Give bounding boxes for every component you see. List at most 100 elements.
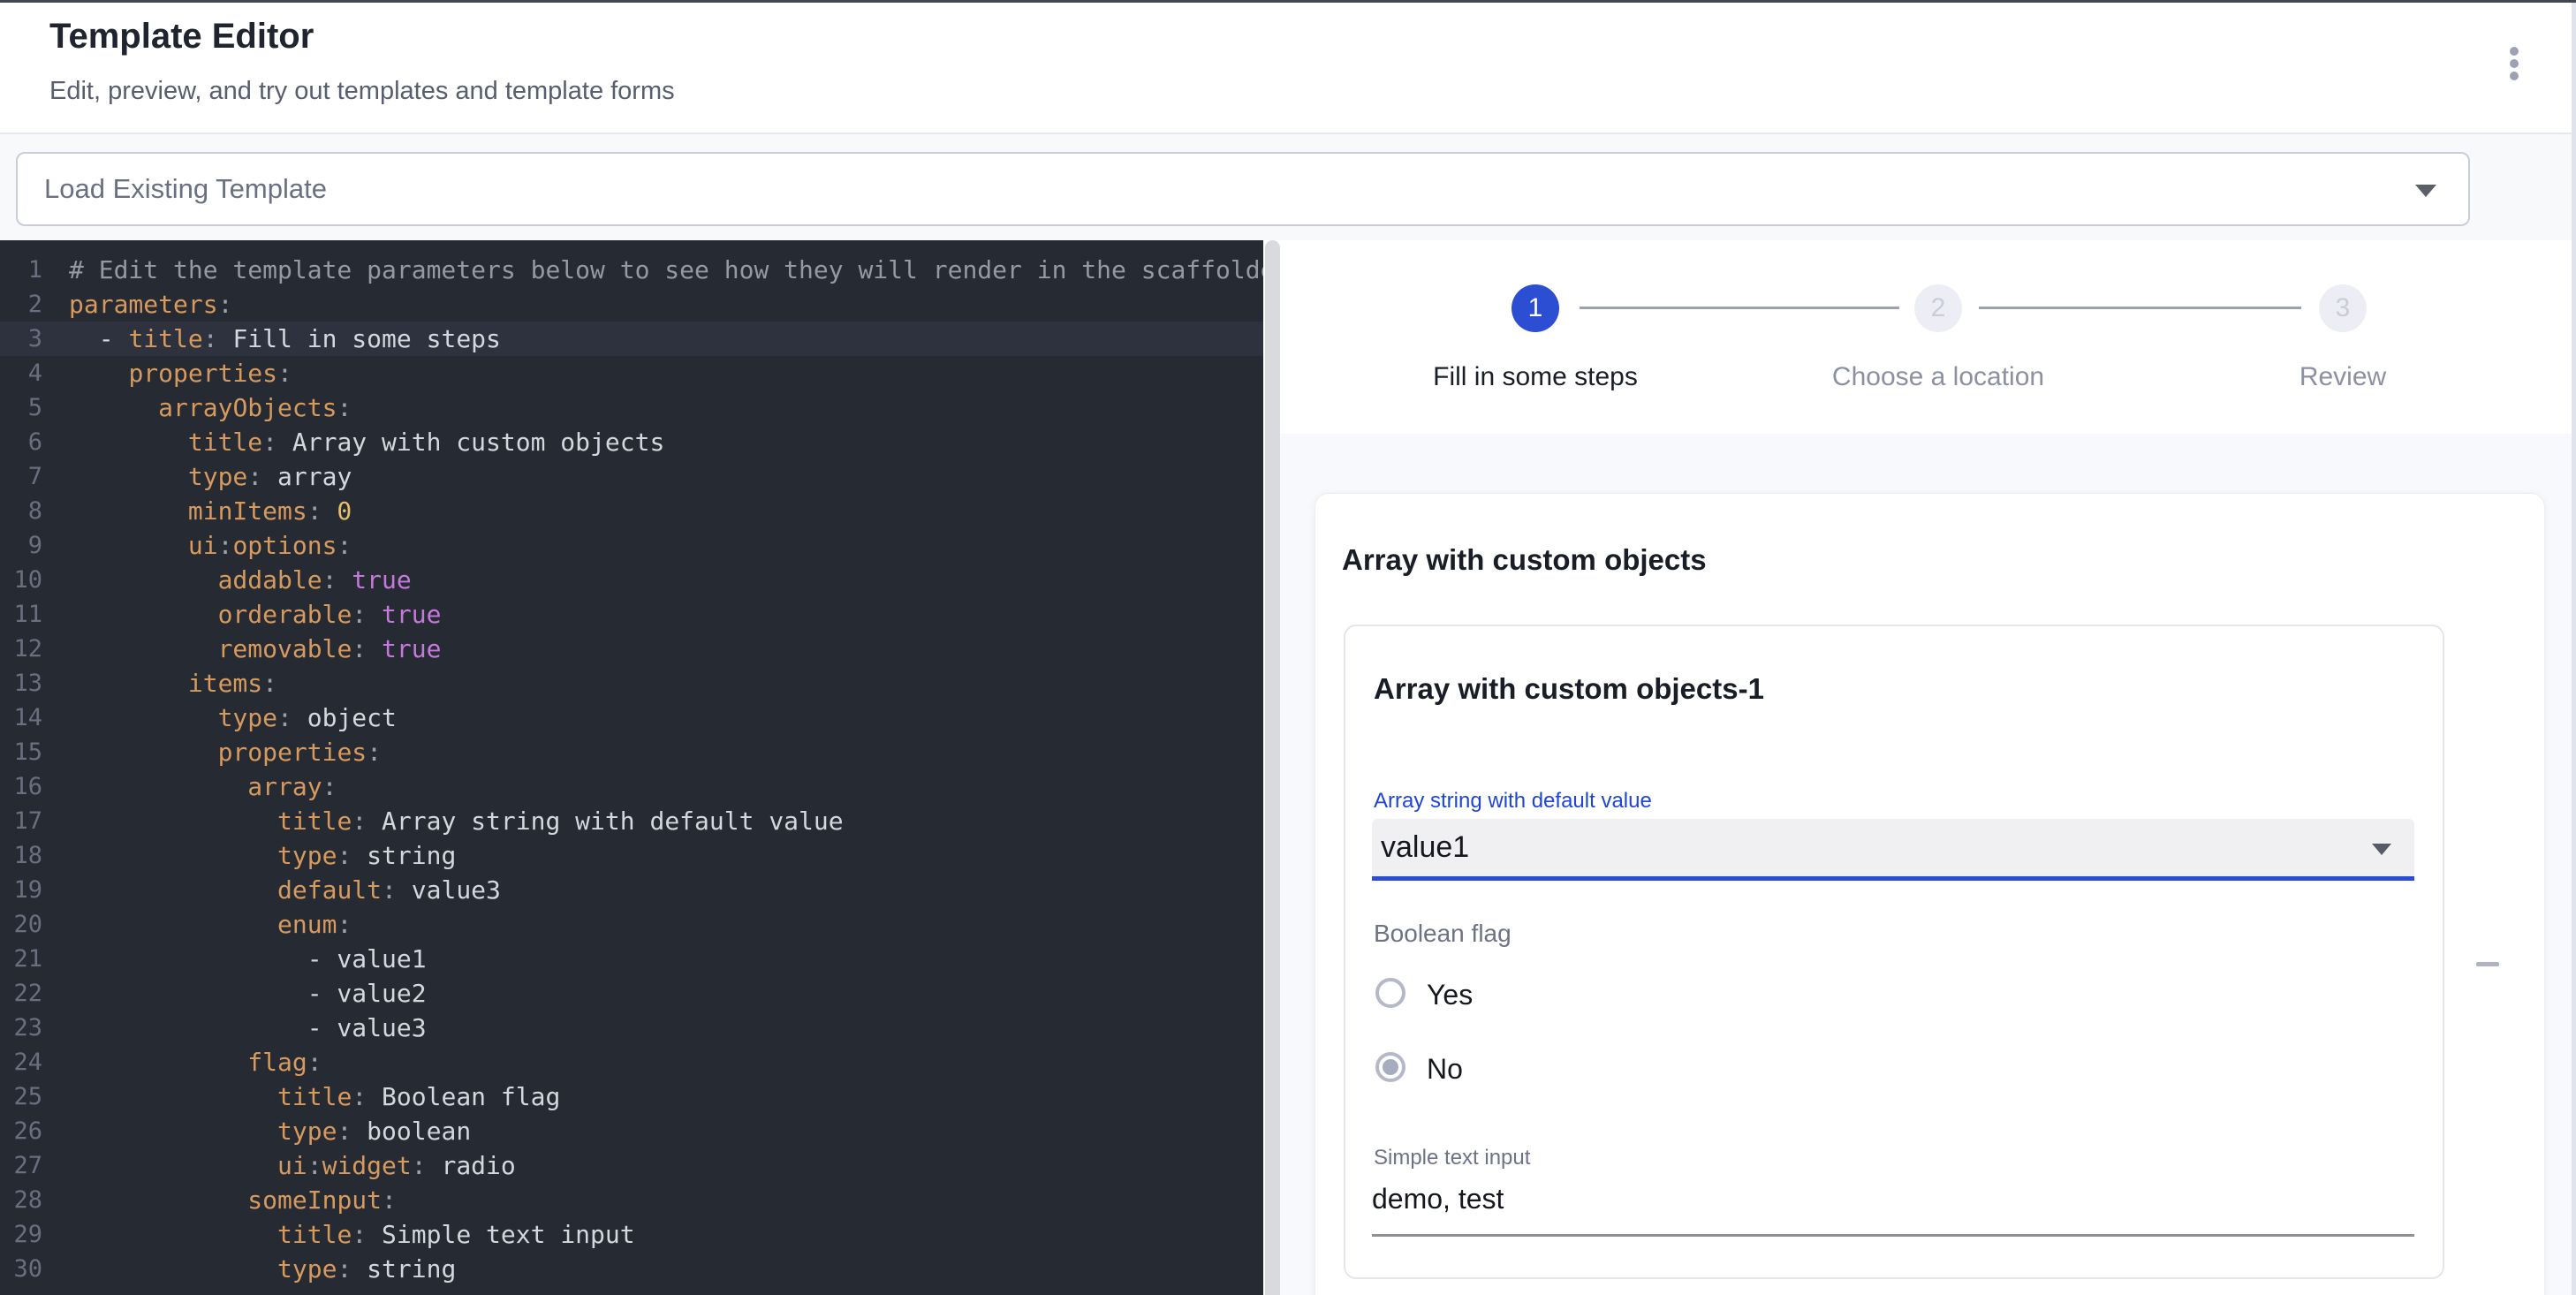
- line-number: 9: [0, 528, 57, 563]
- select-field-label: Array string with default value: [1374, 789, 1652, 814]
- code-line[interactable]: 13 items:: [0, 666, 1263, 701]
- line-number: 7: [0, 459, 57, 494]
- line-number: 3: [0, 322, 57, 356]
- line-number: 24: [0, 1045, 57, 1079]
- array-string-select[interactable]: value1: [1372, 819, 2414, 881]
- line-number: 2: [0, 287, 57, 322]
- load-template-toolbar: Load Existing Template: [0, 134, 2576, 240]
- load-template-select[interactable]: Load Existing Template: [16, 152, 2470, 226]
- step-number-badge: 1: [1512, 284, 1559, 332]
- line-number: 28: [0, 1183, 57, 1217]
- line-number: 23: [0, 1011, 57, 1045]
- code-line[interactable]: 17 title: Array string with default valu…: [0, 804, 1263, 838]
- line-number: 21: [0, 942, 57, 976]
- radio-icon: [1375, 978, 1405, 1008]
- line-number: 26: [0, 1114, 57, 1148]
- text-field-label: Simple text input: [1374, 1146, 1530, 1170]
- code-line[interactable]: 28 someInput:: [0, 1183, 1263, 1217]
- code-line[interactable]: 19 default: value3: [0, 873, 1263, 907]
- line-number: 10: [0, 563, 57, 597]
- array-item-title: Array with custom objects-1: [1374, 672, 1764, 706]
- line-number: 30: [0, 1252, 57, 1286]
- line-number: 27: [0, 1148, 57, 1183]
- code-line[interactable]: 5 arrayObjects:: [0, 390, 1263, 425]
- code-line[interactable]: 27 ui:widget: radio: [0, 1148, 1263, 1183]
- line-number: 12: [0, 632, 57, 666]
- remove-item-button[interactable]: [2466, 951, 2510, 978]
- template-editor-page: Template Editor Edit, preview, and try o…: [0, 0, 2576, 1295]
- code-line[interactable]: 26 type: boolean: [0, 1114, 1263, 1148]
- code-line[interactable]: 4 properties:: [0, 356, 1263, 390]
- line-number: 13: [0, 666, 57, 701]
- line-number: 19: [0, 873, 57, 907]
- page-header: Template Editor Edit, preview, and try o…: [0, 3, 2576, 134]
- line-number: 25: [0, 1079, 57, 1114]
- code-line[interactable]: 8 minItems: 0: [0, 494, 1263, 528]
- chevron-down-icon: [2415, 185, 2436, 197]
- step-choose-a-location[interactable]: 2 Choose a location: [1806, 284, 2071, 392]
- more-options-button[interactable]: [2489, 36, 2539, 100]
- code-line[interactable]: 16 array:: [0, 769, 1263, 804]
- code-line[interactable]: 22 - value2: [0, 976, 1263, 1011]
- select-focus-underline: [1372, 876, 2414, 881]
- step-label: Choose a location: [1806, 362, 2071, 392]
- stepper: 1 Fill in some steps 2 Choose a location…: [1280, 240, 2576, 434]
- code-line[interactable]: 1# Edit the template parameters below to…: [0, 253, 1263, 287]
- code-lines: 1# Edit the template parameters below to…: [0, 240, 1263, 1286]
- page-title: Template Editor: [49, 17, 314, 57]
- radio-icon: [1375, 1052, 1405, 1082]
- step-review[interactable]: 3 Review: [2210, 284, 2475, 392]
- kebab-menu-icon: [2510, 72, 2519, 80]
- line-number: 29: [0, 1217, 57, 1252]
- step-number-badge: 2: [1914, 284, 1962, 332]
- load-template-placeholder: Load Existing Template: [44, 154, 327, 224]
- line-number: 5: [0, 390, 57, 425]
- code-line[interactable]: 2parameters:: [0, 287, 1263, 322]
- line-number: 1: [0, 253, 57, 287]
- line-number: 14: [0, 701, 57, 735]
- line-number: 16: [0, 769, 57, 804]
- line-number: 11: [0, 597, 57, 632]
- line-number: 20: [0, 907, 57, 942]
- code-line[interactable]: 6 title: Array with custom objects: [0, 425, 1263, 459]
- editor-scrollbar-track: [1263, 240, 1280, 1295]
- code-line[interactable]: 20 enum:: [0, 907, 1263, 942]
- code-line[interactable]: 7 type: array: [0, 459, 1263, 494]
- line-number: 4: [0, 356, 57, 390]
- radio-label: Yes: [1427, 975, 1473, 1014]
- code-line[interactable]: 23 - value3: [0, 1011, 1263, 1045]
- code-line[interactable]: 9 ui:options:: [0, 528, 1263, 563]
- kebab-menu-icon: [2510, 59, 2519, 68]
- simple-text-input[interactable]: demo, test: [1372, 1183, 1504, 1215]
- line-number: 8: [0, 494, 57, 528]
- code-line[interactable]: 30 type: string: [0, 1252, 1263, 1286]
- step-fill-in-some-steps[interactable]: 1 Fill in some steps: [1403, 284, 1668, 392]
- page-scrollbar[interactable]: [2572, 3, 2576, 1295]
- code-line[interactable]: 11 orderable: true: [0, 597, 1263, 632]
- yaml-editor[interactable]: 1# Edit the template parameters below to…: [0, 240, 1263, 1295]
- kebab-menu-icon: [2510, 47, 2519, 56]
- code-line[interactable]: 3 - title: Fill in some steps: [0, 322, 1263, 356]
- select-value: value1: [1381, 819, 1469, 875]
- line-number: 22: [0, 976, 57, 1011]
- text-input-underline: [1372, 1234, 2414, 1237]
- line-number: 6: [0, 425, 57, 459]
- code-line[interactable]: 12 removable: true: [0, 632, 1263, 666]
- code-line[interactable]: 29 title: Simple text input: [0, 1217, 1263, 1252]
- minus-icon: [2476, 962, 2499, 966]
- form-section-title: Array with custom objects: [1342, 543, 1707, 577]
- form-section-card: Array with custom objects Array with cus…: [1315, 493, 2545, 1295]
- code-line[interactable]: 25 title: Boolean flag: [0, 1079, 1263, 1114]
- step-label: Fill in some steps: [1403, 362, 1668, 392]
- line-number: 15: [0, 735, 57, 769]
- code-line[interactable]: 18 type: string: [0, 838, 1263, 873]
- array-item-card: Array with custom objects-1 Array string…: [1344, 625, 2444, 1279]
- code-line[interactable]: 10 addable: true: [0, 563, 1263, 597]
- code-line[interactable]: 24 flag:: [0, 1045, 1263, 1079]
- step-number-badge: 3: [2319, 284, 2367, 332]
- editor-scrollbar[interactable]: [1265, 240, 1280, 1295]
- code-line[interactable]: 14 type: object: [0, 701, 1263, 735]
- code-line[interactable]: 15 properties:: [0, 735, 1263, 769]
- line-number: 18: [0, 838, 57, 873]
- code-line[interactable]: 21 - value1: [0, 942, 1263, 976]
